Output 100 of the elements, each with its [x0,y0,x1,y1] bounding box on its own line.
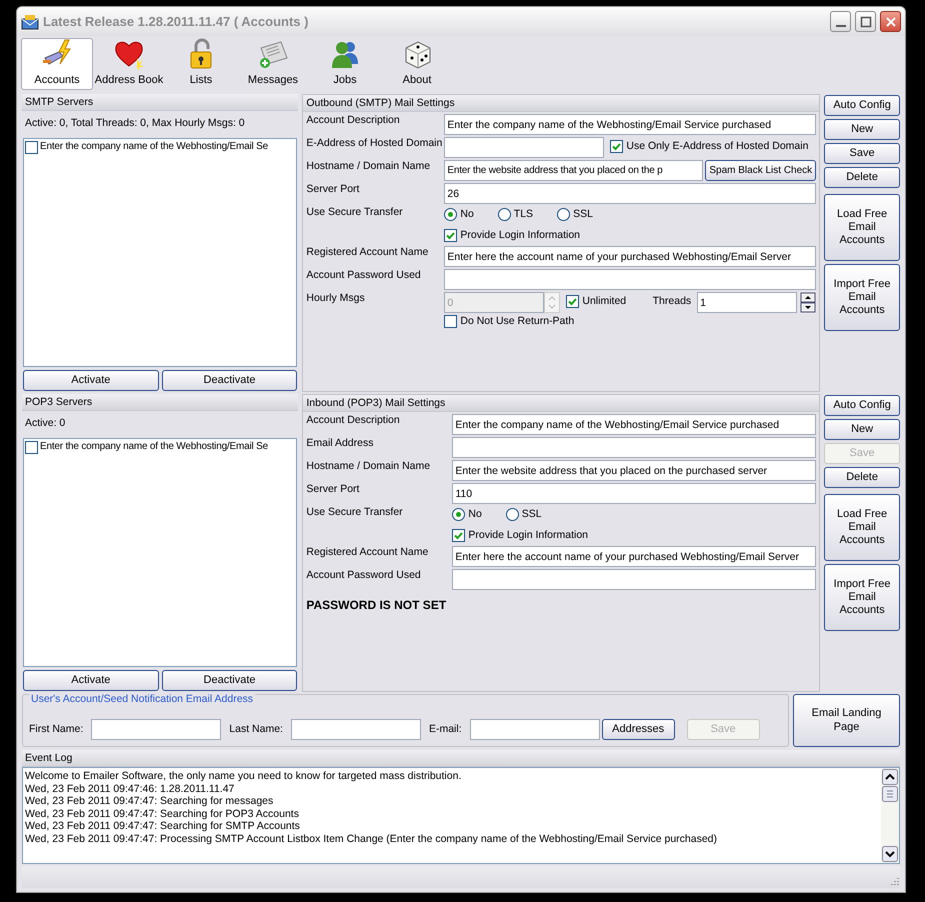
input-field[interactable]: Enter here the account name of your purchased Webhosting/Email Server [452,546,816,567]
input-field[interactable] [452,437,816,458]
input-field[interactable]: Enter the website address that you placed on the purchased server [452,460,816,481]
action-button[interactable]: New [824,419,900,440]
log-line: Welcome to Emailer Software, the only name you need to know for targeted mass distribution. [25,770,462,783]
checkbox-label: Do Not Use Return-Path [460,315,574,328]
maximize-button[interactable] [855,11,876,32]
input-field[interactable]: Enter the website address that you placed on the p [444,160,704,181]
checkbox[interactable] [452,529,466,542]
app-icon [21,14,39,30]
input-field[interactable]: 110 [452,483,816,504]
action-button[interactable]: Delete [824,467,900,488]
radio-label: No [468,508,482,521]
minimize-button[interactable] [830,11,851,32]
radio-button[interactable] [452,508,466,521]
list-button[interactable]: Activate [23,370,159,391]
list-button[interactable]: Deactivate [162,370,298,391]
input-field[interactable] [444,269,816,290]
log-line: Wed, 23 Feb 2011 09:47:47: Processing SMTP Account Listbox Item Change (Enter the company name of the Webhosting/Email Service purchased) [25,832,718,846]
field-label: E-Address of Hosted Domain [306,137,444,150]
input-field[interactable]: Enter the company name of the Webhosting/Email Service purchased [444,114,816,135]
action-button[interactable]: Save [824,143,900,164]
field-label: Email Address [306,437,374,450]
action-button[interactable]: Load Free Email Accounts [824,494,900,561]
checkbox[interactable] [444,315,458,328]
checkbox-label: Use Only E-Address of Hosted Domain [626,140,808,153]
toolbar-tab[interactable]: Address Book [93,38,165,90]
list-button[interactable]: Deactivate [162,670,298,691]
action-button[interactable]: Import Free Email Accounts [824,564,900,631]
panel-header: SMTP Servers [22,94,298,111]
radio-button[interactable] [557,208,570,221]
radio-label: SSL [522,508,542,521]
panel-header: POP3 Servers [22,394,298,411]
warning-message: PASSWORD IS NOT SET [306,597,446,612]
action-button[interactable]: Auto Config [824,395,900,416]
field-label: Threads [652,294,692,308]
field-label: Last Name: [229,723,283,736]
input-field[interactable] [91,719,222,740]
field-label: Account Description [306,114,401,127]
spam-check-button[interactable]: Spam Black List Check [705,160,816,181]
resize-grip-icon [888,876,900,888]
checkbox[interactable] [25,140,38,154]
checkbox-label: Provide Login Information [468,529,588,542]
server-summary: Active: 0, Total Threads: 0, Max Hourly Msgs: 0 [24,116,246,131]
field-label: Hourly Msgs [306,292,366,305]
field-label: E-mail: [428,723,462,736]
field-label: Hostname / Domain Name [306,160,432,173]
checkbox[interactable] [610,140,624,153]
radio-label: No [460,208,474,221]
action-button[interactable]: Import Free Email Accounts [824,264,900,331]
log-line: Wed, 23 Feb 2011 09:47:47: Searching for POP3 Accounts [25,808,300,820]
toolbar-tab[interactable]: Lists [165,38,237,90]
maximize-icon [858,14,872,28]
input-field[interactable]: Enter the company name of the Webhosting/Email Service purchased [452,414,816,435]
radio-button[interactable] [444,208,458,221]
close-button[interactable] [880,11,901,32]
field-label: Hostname / Domain Name [306,460,432,473]
action-button[interactable]: Auto Config [824,95,900,116]
field-label: First Name: [29,723,84,736]
field-label: Account Description [306,414,401,427]
checkbox-label: Provide Login Information [460,229,580,242]
spin-buttons[interactable] [800,292,816,313]
toolbar-tab[interactable]: Accounts [21,38,93,90]
log-line: Wed, 23 Feb 2011 09:47:46: 1.28.2011.11.47 [25,782,236,796]
toolbar-tab[interactable]: Messages [237,38,309,90]
radio-button[interactable] [498,208,511,221]
input-field[interactable]: Enter here the account name of your purchased Webhosting/Email Server [444,246,816,267]
log-line: Wed, 23 Feb 2011 09:47:47: Searching for SMTP Accounts [25,820,301,833]
server-summary: Active: 0 [24,416,66,431]
input-field[interactable] [452,569,816,590]
server-item[interactable]: Enter the company name of the Webhosting/Email Se [40,441,268,454]
close-icon [884,14,898,28]
toolbar-tab[interactable]: Jobs [309,38,381,90]
scrollbar[interactable] [881,768,899,863]
input-field[interactable] [470,719,600,740]
window-title: Latest Release 1.28.2011.11.47 ( Accounts ) [43,14,310,30]
scroll-down-button [882,846,898,862]
action-button[interactable]: Load Free Email Accounts [824,194,900,261]
radio-button[interactable] [506,508,519,521]
input-field[interactable] [290,719,421,740]
input-field[interactable]: 26 [444,183,816,204]
field-label: Server Port [306,483,360,496]
field-label: Use Secure Transfer [306,506,404,519]
list-button[interactable]: Activate [23,670,159,691]
field-label: Account Password Used [306,569,422,582]
radio-label: TLS [514,208,534,221]
scroll-thumb [882,786,898,802]
log-line: Wed, 23 Feb 2011 09:47:47: Searching for messages [25,795,274,808]
minimize-icon [836,24,846,26]
checkbox[interactable] [25,440,38,454]
input-field[interactable] [444,137,604,158]
action-button[interactable]: Delete [824,167,900,188]
server-item[interactable]: Enter the company name of the Webhosting/Email Se [40,141,268,154]
seed-button[interactable]: Addresses [602,719,675,740]
action-button[interactable]: New [824,119,900,140]
toolbar-tab[interactable]: About [381,38,453,90]
scroll-up-button [882,769,898,785]
panel-header: Outbound (SMTP) Mail Settings [303,95,820,112]
landing-page-button[interactable]: Email Landing Page [793,694,900,747]
checkbox[interactable] [444,229,458,242]
